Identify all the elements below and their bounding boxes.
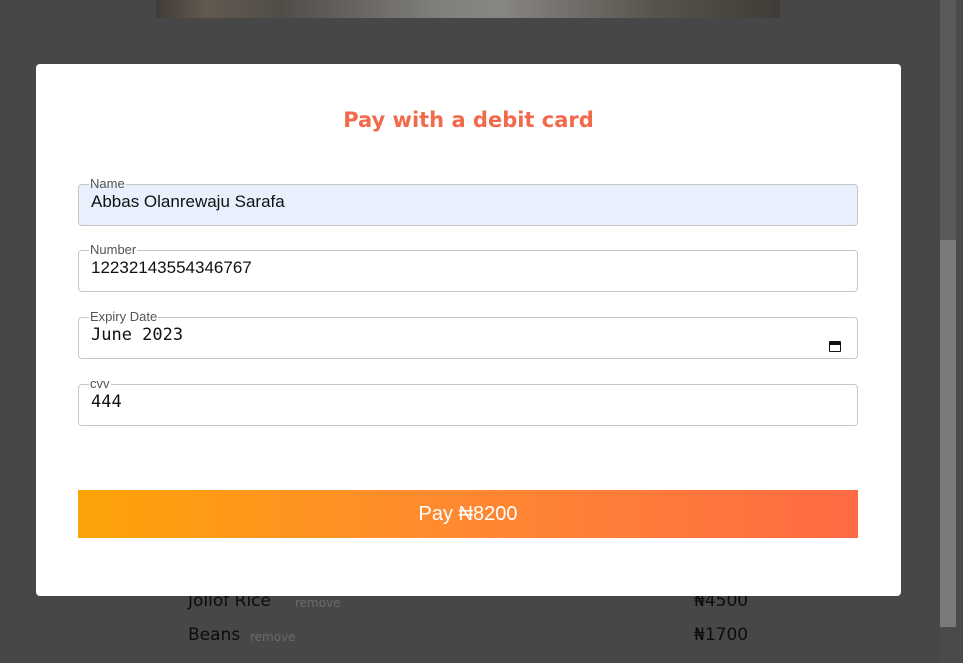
hero-image — [156, 0, 780, 18]
cvv-input[interactable] — [91, 392, 845, 412]
cvv-field[interactable]: cvv — [78, 376, 858, 426]
cart-list: Jollof Rice remove ₦4500 Beans remove ₦1… — [188, 588, 748, 656]
card-number-input[interactable] — [91, 258, 845, 278]
cart-item-remove-link[interactable]: remove — [250, 630, 296, 644]
cart-item-price: ₦1700 — [694, 625, 749, 645]
expiry-date-label: Expiry Date — [90, 309, 158, 324]
cart-item-remove-link[interactable]: remove — [295, 596, 341, 610]
cart-item-name: Beans — [188, 625, 241, 645]
card-number-label: Number — [90, 242, 137, 257]
cvv-label: cvv — [90, 376, 110, 391]
pay-button[interactable]: Pay ₦8200 — [78, 490, 858, 538]
calendar-icon[interactable] — [829, 341, 841, 352]
payment-modal: Pay with a debit card Name Number Expiry… — [36, 64, 901, 596]
expiry-date-field[interactable]: Expiry Date — [78, 309, 858, 359]
name-field-label: Name — [90, 176, 125, 191]
modal-title: Pay with a debit card — [343, 108, 594, 132]
card-number-field[interactable]: Number — [78, 242, 858, 292]
expiry-date-input[interactable] — [91, 325, 845, 345]
name-field[interactable]: Name — [78, 176, 858, 226]
cart-item: Beans remove ₦1700 — [188, 622, 748, 656]
name-input[interactable] — [91, 192, 845, 212]
scrollbar-thumb[interactable] — [940, 0, 956, 240]
